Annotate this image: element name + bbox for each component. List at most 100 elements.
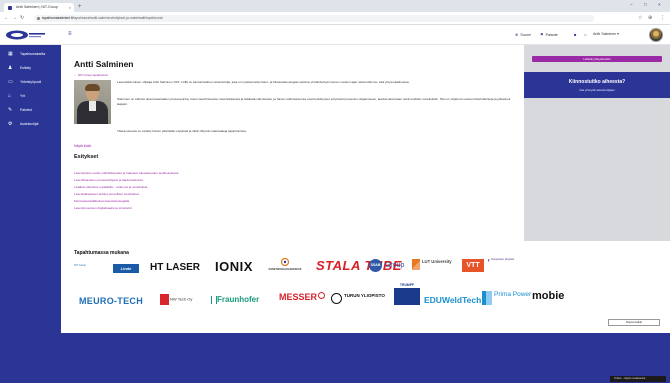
sidebar-item-label: Yhteistyöpuoli [20,80,42,84]
nwtech-mark-icon [160,294,169,305]
contact-sub-link[interactable]: Ota yhteyttä asiantuntijaan [524,88,670,92]
bio-paragraph-2: Salminen on tutkinut lasermateriaalien p… [117,97,511,107]
presentations-title: Esitykset [74,154,99,160]
kone-emblem-icon [280,258,290,266]
page-title: Antti Salminen [74,59,134,69]
url-field[interactable]: tapahtumakalenteri.fi/tapahtumat/antti-s… [34,15,594,22]
partner-logo-mobie[interactable]: mobie [532,290,564,302]
sidebar-item-label: Palvelut [20,108,33,112]
partner-logo-nit[interactable]: NIT Group [74,264,110,267]
home-icon: ⌂ [584,32,587,37]
sidebar-item-esittely[interactable]: ♟ Esittely [0,63,61,73]
home-button[interactable]: ⌂ [584,32,588,37]
close-tab-icon[interactable]: × [69,3,71,12]
prima-mark-icon [482,291,492,305]
settings-icon: ⚙ [8,121,13,127]
partner-logo-vtt[interactable]: VTT [462,259,484,272]
sidebar-item-label: Asiantuntijat [20,122,39,126]
lut-mark-icon [412,259,420,270]
sidebar: ▦ Tapahtumakartta ♟ Esittely ▭ Yhteistyöpuo… [0,45,61,383]
show-all-partners-button[interactable]: Näytä kaikki [608,319,660,326]
partner-logo-ionix[interactable]: IONIX [215,259,253,274]
messer-mark-icon [318,292,326,299]
partner-logo-eduweldtech[interactable]: EDUWeldTech [424,295,481,305]
partner-logo-turku[interactable]: TURUN YLIOPISTO [331,293,385,304]
menu-icon[interactable]: ⋮ [660,15,665,21]
flag-icon: ⚑ [540,32,544,37]
profile-photo [74,80,111,124]
language-label: Suomi [520,33,531,37]
breadcrumb[interactable]: ← NIT-Group tapahtumat [74,73,108,77]
partner-logo-group[interactable]: Group [385,262,404,269]
partners-title: Tapahtumassa mukana [74,250,129,256]
sidebar-item-palvelut[interactable]: ✎ Palvelut [0,105,61,115]
turku-seal-icon [331,293,342,304]
language-button[interactable]: ⊕ Suomi [515,32,531,37]
presentation-link[interactable]: Laserhitsauksen prosessiohjaus ja laadun… [74,178,143,182]
contact-question: Kiinnostuitko aiheesta? [568,79,626,85]
sidebar-item-yrit[interactable]: ⌂ Yrit [0,91,61,101]
edit-icon: ✎ [8,107,13,113]
users-icon: ♟ [8,65,13,71]
user-name: Antti Salminen [593,32,617,36]
address-bar-row: ← → ↻ tapahtumakalenteri.fi/tapahtumat/a… [0,12,670,25]
extensions-icon[interactable]: ⊕ [648,15,652,21]
hamburger-menu-icon[interactable]: ≡ [68,31,72,37]
sidebar-item-label: Yrit [20,94,26,98]
partner-logo-tampere[interactable]: ʹ Tampereen yliopisto [487,258,547,270]
minimize-icon[interactable]: – [630,2,633,7]
browser-tabbar: Antti Salminen | NIT-Group × + – □ × [0,0,670,12]
forward-icon[interactable]: → [12,15,17,21]
user-menu[interactable]: Antti Salminen ▾ [593,32,619,36]
sidebar-item-yhteistyopuoli[interactable]: ▭ Yhteistyöpuoli [0,77,61,87]
tampere-mark-icon: ʹ [487,258,490,270]
partner-logo-lut[interactable]: LUT University [412,259,454,270]
presentation-link[interactable]: Monimateriaaliliitokset laserteknologial… [74,199,129,203]
partner-logo-meurotech[interactable]: MEURO-TECH [79,296,143,306]
content-area: Antti Salminen ← NIT-Group tapahtumat La… [61,45,670,333]
partner-logo-messer[interactable]: MESSER [279,292,326,302]
new-tab-icon[interactable]: + [78,3,82,11]
maximize-icon[interactable]: □ [644,2,647,7]
presentation-link[interactable]: Lasertyöstön uudet mahdollisuudet ja haa… [74,171,178,175]
avatar[interactable] [649,28,663,42]
bell-icon: ■ [574,32,577,37]
close-window-icon[interactable]: × [658,2,661,7]
contact-button[interactable]: Lähetä yhteydenotto [532,56,662,62]
back-icon[interactable]: ← [4,15,9,21]
partner-logo-ssab[interactable]: SSAB [369,259,382,272]
presentation-link[interactable]: Lisäävä valmistus metalleilla – tutkimus… [74,185,147,189]
bio-paragraph-3: Tässä osiossa on esitelty hänen pitämiää… [117,129,247,133]
star-icon[interactable]: ☆ [638,15,642,21]
favicon-icon [8,6,12,10]
contact-box: Kiinnostuitko aiheesta? Ota yhteyttä asi… [524,72,670,98]
partner-logo-primapower[interactable]: Prima Power [482,291,531,305]
globe-icon: ⊕ [515,32,519,37]
sidebar-item-label: Tapahtumakartta [20,52,46,56]
feedback-label: Palaute [545,33,558,37]
tab-title: Antti Salminen | NIT-Group [16,5,58,9]
partner-logo-fraunhofer[interactable]: Fraunhofer [211,295,259,304]
partner-logo-nwtech[interactable]: NW Tech Oy [160,294,192,305]
browser-tab[interactable]: Antti Salminen | NIT-Group × [4,3,74,12]
partner-logo-htlaser[interactable]: HT LASER [150,262,200,273]
url-path: /tapahtumat/antti-salminen/esitykset-ja-… [72,16,163,20]
contact-aside: Lähetä yhteydenotto Kiinnostuitko aihees… [524,45,670,241]
presentation-link[interactable]: Laserprosessien digitalisaatio ja simulo… [74,206,132,210]
feedback-button[interactable]: ⚑ Palaute [540,32,558,37]
partner-logo-koneteknologiakeskus[interactable]: KONETEKNOLOGIAKESKUS [261,258,309,271]
notifications-button[interactable]: ■ [574,32,578,37]
presentation-link[interactable]: Laserleikkauksen kehitys ja teolliset so… [74,192,139,196]
sidebar-item-tapahtumakartta[interactable]: ▦ Tapahtumakartta [0,49,61,59]
bio-paragraph-1: Lasertutkimuksen ohjaaja Antti Salminen … [117,80,410,84]
status-bar: Online – käytä muokkausta [610,376,666,382]
url-domain: tapahtumakalenteri.fi [42,16,73,20]
brand-logo[interactable] [4,28,48,42]
lock-icon [37,17,40,20]
home-icon: ⌂ [8,93,12,99]
partner-logo-trumpf[interactable]: TRUMPF [394,283,420,307]
reload-icon[interactable]: ↻ [20,15,24,21]
show-more-link[interactable]: Näytä lisää [74,144,91,148]
partner-logo-linde[interactable]: Linde [113,264,139,273]
sidebar-item-asiantuntijat[interactable]: ⚙ Asiantuntijat [0,119,61,129]
